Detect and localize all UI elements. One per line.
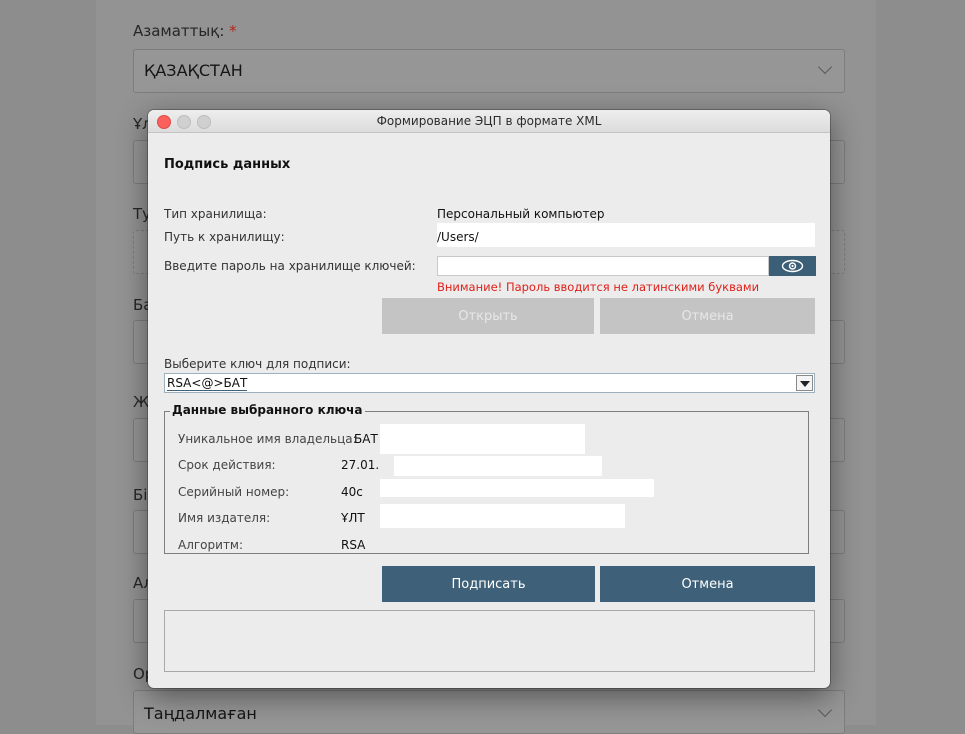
required-mark: * (229, 22, 237, 40)
validity-redaction (394, 456, 602, 476)
bottom-select[interactable]: Таңдалмаған (133, 690, 845, 734)
open-button[interactable]: Открыть (382, 298, 594, 334)
algorithm-value: RSA (341, 538, 366, 552)
dropdown-arrow-icon[interactable] (796, 375, 813, 391)
validity-value: 27.01. (341, 458, 380, 472)
citizenship-value: ҚАЗАҚСТАН (144, 61, 243, 80)
selected-key: RSA<@>БАТ (167, 376, 248, 391)
key-select[interactable]: RSA<@>БАТ (164, 373, 815, 393)
citizenship-select[interactable]: ҚАЗАҚСТАН (133, 49, 845, 93)
section-title: Подпись данных (164, 157, 291, 172)
chevron-down-icon (817, 59, 833, 75)
owner-label: Уникальное имя владельца: (178, 432, 357, 446)
storage-path-label: Путь к хранилищу: (164, 230, 285, 244)
eye-icon (781, 259, 804, 273)
password-input[interactable] (437, 256, 769, 276)
serial-label: Серийный номер: (178, 485, 290, 499)
storage-type-value: Персональный компьютер (437, 207, 605, 221)
bottom-select-value: Таңдалмаған (144, 704, 257, 723)
storage-type-label: Тип хранилища: (164, 207, 267, 221)
storage-path-field[interactable] (437, 223, 815, 247)
sign-button[interactable]: Подписать (382, 566, 595, 602)
key-details-legend: Данные выбранного ключа (170, 403, 365, 417)
issuer-label: Имя издателя: (178, 511, 271, 525)
choose-key-label: Выберите ключ для подписи: (164, 357, 351, 371)
bg-field-label-5: Бі (133, 486, 148, 504)
storage-path-value: /Users/ (437, 230, 479, 244)
algorithm-label: Алгоритм: (178, 538, 244, 552)
serial-redaction (380, 479, 654, 497)
issuer-redaction (380, 504, 625, 528)
password-label: Введите пароль на хранилище ключей: (164, 259, 416, 273)
owner-redaction (380, 424, 585, 454)
serial-value: 40c (341, 485, 363, 499)
show-password-button[interactable] (769, 256, 816, 276)
issuer-value: ҰЛТ (341, 511, 365, 525)
bg-field-label-4: Ж (133, 393, 150, 411)
status-log-area (164, 610, 815, 672)
citizenship-label: Азаматтық: * (133, 22, 237, 40)
chevron-down-icon (817, 702, 833, 718)
title-bar[interactable]: Формирование ЭЦП в формате XML (148, 110, 830, 133)
sign-dialog: Формирование ЭЦП в формате XML Подпись д… (148, 110, 830, 688)
dialog-title: Формирование ЭЦП в формате XML (376, 114, 602, 128)
validity-label: Срок действия: (178, 458, 276, 472)
cancel-button[interactable]: Отмена (600, 566, 815, 602)
password-warning: Внимание! Пароль вводится не латинскими … (437, 280, 760, 294)
owner-value: БАТ (354, 432, 378, 446)
cancel-open-button[interactable]: Отмена (600, 298, 815, 334)
